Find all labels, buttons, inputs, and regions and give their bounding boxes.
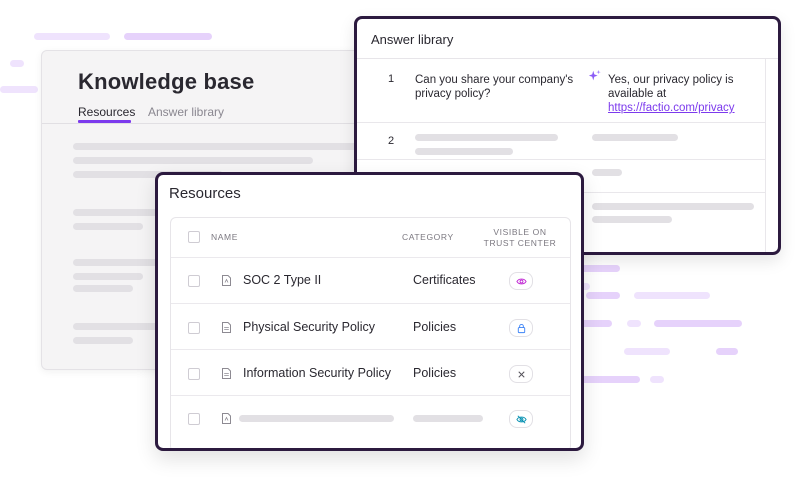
decor-streak <box>0 86 38 93</box>
decor-streak <box>634 292 710 299</box>
visibility-toggle[interactable] <box>509 410 533 428</box>
placeholder-line <box>73 209 163 216</box>
resource-category: Policies <box>413 320 457 334</box>
tab-answer-library[interactable]: Answer library <box>148 105 224 119</box>
resource-category: Certificates <box>413 273 476 287</box>
document-icon <box>222 368 231 379</box>
answer-library-title: Answer library <box>371 32 454 47</box>
row-number: 2 <box>388 135 395 147</box>
decor-streak <box>580 320 612 327</box>
column-header-name: NAME <box>211 232 238 242</box>
placeholder-line <box>73 285 133 292</box>
column-header-category: CATEGORY <box>402 232 454 242</box>
decor-streak <box>580 265 620 272</box>
pdf-file-icon <box>222 413 231 424</box>
row-divider <box>171 349 570 350</box>
placeholder-line <box>73 273 143 280</box>
decor-streak <box>124 33 212 40</box>
row-number: 1 <box>388 73 395 85</box>
row-divider <box>171 395 570 396</box>
select-all-checkbox[interactable] <box>188 231 200 243</box>
decor-streak <box>10 60 24 67</box>
active-tab-indicator <box>78 120 131 123</box>
resource-name[interactable]: SOC 2 Type II <box>243 273 321 287</box>
row-checkbox[interactable] <box>188 322 200 334</box>
visibility-toggle[interactable] <box>509 272 533 290</box>
resource-name[interactable]: Physical Security Policy <box>243 320 375 334</box>
eye-off-icon <box>515 415 527 423</box>
decor-streak <box>624 348 670 355</box>
placeholder-line <box>73 259 163 266</box>
row-divider <box>357 122 766 123</box>
question-text: Can you share your company's privacy pol… <box>415 74 574 100</box>
answer-prefix: Yes, our privacy policy is available at <box>608 74 734 100</box>
x-icon <box>517 370 525 378</box>
document-icon <box>222 322 231 333</box>
decor-streak <box>34 33 110 40</box>
placeholder-line <box>73 337 133 344</box>
placeholder-line <box>413 415 483 422</box>
placeholder-line <box>592 169 622 176</box>
placeholder-line <box>592 134 678 141</box>
privacy-policy-link[interactable]: https://factio.com/privacy <box>608 102 735 114</box>
page-title: Knowledge base <box>78 69 255 94</box>
row-checkbox[interactable] <box>188 413 200 425</box>
resource-category: Policies <box>413 366 457 380</box>
resources-panel: Resources NAME CATEGORY VISIBLE ON TRUST… <box>155 172 584 451</box>
placeholder-line <box>239 415 394 422</box>
placeholder-line <box>73 223 143 230</box>
pdf-file-icon <box>222 275 231 286</box>
row-checkbox[interactable] <box>188 368 200 380</box>
visibility-toggle[interactable] <box>509 319 533 337</box>
row-checkbox[interactable] <box>188 275 200 287</box>
visibility-toggle[interactable] <box>509 365 533 383</box>
answer-text: Yes, our privacy policy is available at … <box>608 73 773 115</box>
placeholder-line <box>73 157 313 164</box>
sparkle-icon <box>588 69 601 81</box>
column-header-visible: VISIBLE ON TRUST CENTER <box>483 227 557 248</box>
resource-name[interactable]: Information Security Policy <box>243 366 391 380</box>
row-divider <box>357 159 766 160</box>
placeholder-line <box>592 216 672 223</box>
decor-streak <box>654 320 742 327</box>
decor-streak <box>627 320 641 327</box>
placeholder-line <box>73 143 373 150</box>
eye-icon <box>515 278 527 284</box>
lock-icon <box>517 323 525 333</box>
row-divider <box>171 303 570 304</box>
row-divider <box>171 257 570 258</box>
header-divider <box>357 58 778 59</box>
decor-streak <box>586 292 620 299</box>
decor-streak <box>580 376 640 383</box>
resources-table: NAME CATEGORY VISIBLE ON TRUST CENTER SO… <box>170 217 571 448</box>
decor-streak <box>650 376 664 383</box>
placeholder-line <box>73 323 163 330</box>
placeholder-line <box>415 148 513 155</box>
placeholder-line <box>592 203 754 210</box>
tab-resources[interactable]: Resources <box>78 105 135 119</box>
resources-title: Resources <box>169 185 241 202</box>
placeholder-line <box>415 134 558 141</box>
decor-streak <box>716 348 738 355</box>
